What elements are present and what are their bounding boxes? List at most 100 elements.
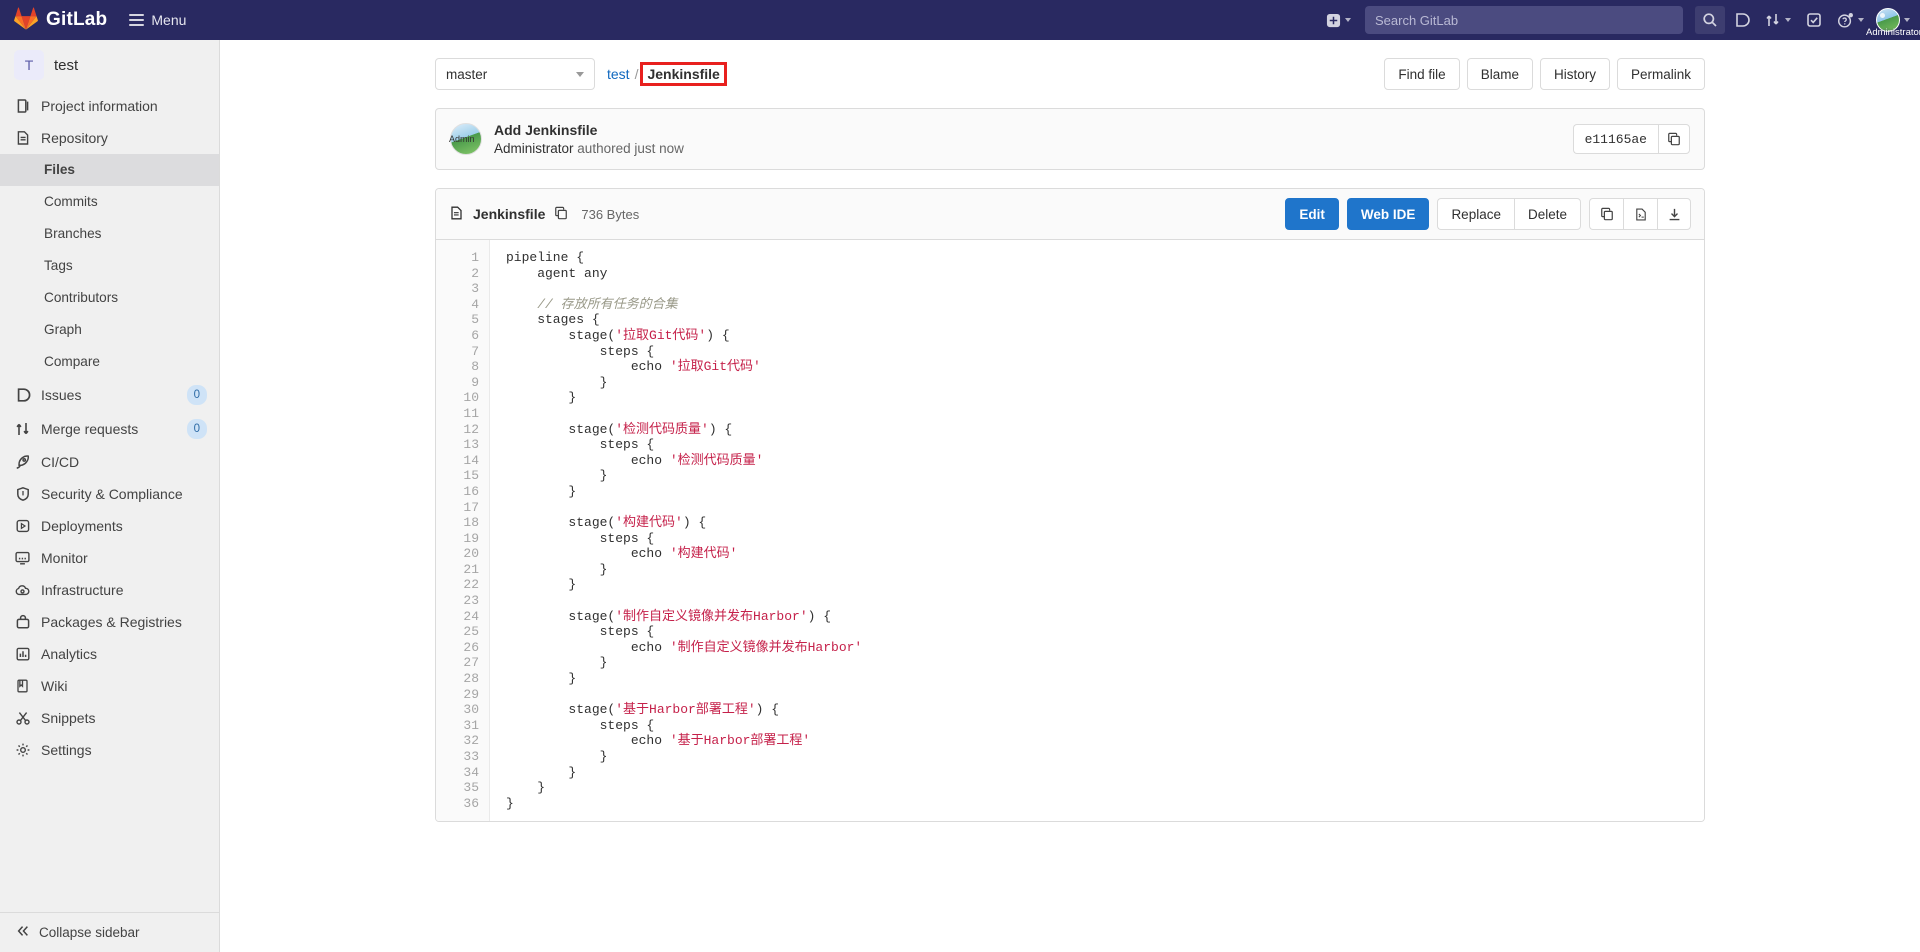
- sidebar-item-issues[interactable]: Issues 0: [0, 378, 219, 412]
- line-number[interactable]: 25: [436, 624, 479, 640]
- commit-meta: Administrator authored just now: [494, 141, 684, 156]
- sidebar-item-repository[interactable]: Repository: [0, 122, 219, 154]
- user-menu-button[interactable]: Administrator: [1866, 8, 1920, 38]
- sidebar-item-wiki[interactable]: Wiki: [0, 670, 219, 702]
- search-toggle-button[interactable]: [1695, 6, 1725, 34]
- web-ide-button[interactable]: Web IDE: [1346, 198, 1430, 230]
- sidebar-item-label: Tags: [44, 258, 73, 273]
- permalink-button[interactable]: Permalink: [1616, 58, 1705, 90]
- scissors-icon: [14, 710, 31, 727]
- sidebar-item-deployments[interactable]: Deployments: [0, 510, 219, 542]
- sidebar-item-settings[interactable]: Settings: [0, 734, 219, 766]
- project-header[interactable]: T test: [0, 40, 219, 90]
- sidebar-item-ci-cd[interactable]: CI/CD: [0, 446, 219, 478]
- line-number[interactable]: 5: [436, 312, 479, 328]
- code-body[interactable]: pipeline { agent any // 存放所有任务的合集 stages…: [490, 240, 1704, 821]
- line-number[interactable]: 20: [436, 546, 479, 562]
- file-doc-icon: [449, 205, 464, 224]
- sidebar-item-label: Contributors: [44, 290, 119, 305]
- sidebar-item-label: CI/CD: [41, 454, 80, 470]
- open-raw-icon[interactable]: [1623, 198, 1657, 230]
- line-number[interactable]: 2: [436, 266, 479, 282]
- line-number[interactable]: 27: [436, 655, 479, 671]
- line-number[interactable]: 3: [436, 281, 479, 297]
- replace-delete-group: Replace Delete: [1437, 198, 1581, 230]
- sidebar-item-merge-requests[interactable]: Merge requests 0: [0, 412, 219, 446]
- line-number[interactable]: 30: [436, 702, 479, 718]
- line-number[interactable]: 9: [436, 375, 479, 391]
- line-number[interactable]: 29: [436, 687, 479, 703]
- line-number[interactable]: 4: [436, 297, 479, 313]
- merge-requests-button[interactable]: [1759, 6, 1797, 34]
- line-number[interactable]: 11: [436, 406, 479, 422]
- code-string-token: '基于Harbor部署工程': [669, 733, 811, 749]
- sidebar-item-files[interactable]: Files: [0, 154, 219, 186]
- delete-button[interactable]: Delete: [1513, 198, 1581, 230]
- sidebar-item-project-information[interactable]: Project information: [0, 90, 219, 122]
- branch-selector[interactable]: master: [435, 58, 595, 90]
- line-number[interactable]: 34: [436, 765, 479, 781]
- help-button[interactable]: [1831, 6, 1870, 34]
- new-item-button[interactable]: [1320, 6, 1357, 34]
- sidebar-item-analytics[interactable]: Analytics: [0, 638, 219, 670]
- line-number[interactable]: 8: [436, 359, 479, 375]
- line-number[interactable]: 21: [436, 562, 479, 578]
- line-number[interactable]: 36: [436, 796, 479, 812]
- sidebar-item-badge: 0: [186, 419, 207, 439]
- sidebar-item-tags[interactable]: Tags: [0, 250, 219, 282]
- sidebar-item-monitor[interactable]: Monitor: [0, 542, 219, 574]
- line-number[interactable]: 24: [436, 609, 479, 625]
- sidebar-item-snippets[interactable]: Snippets: [0, 702, 219, 734]
- line-number[interactable]: 15: [436, 468, 479, 484]
- blame-button[interactable]: Blame: [1466, 58, 1533, 90]
- line-number[interactable]: 13: [436, 437, 479, 453]
- line-number[interactable]: 16: [436, 484, 479, 500]
- line-number[interactable]: 7: [436, 344, 479, 360]
- code-string-token: '拉取Git代码': [669, 359, 761, 375]
- code-line: echo '拉取Git代码': [506, 359, 1704, 375]
- download-icon[interactable]: [1657, 198, 1691, 230]
- line-number[interactable]: 28: [436, 671, 479, 687]
- sidebar-item-infrastructure[interactable]: Infrastructure: [0, 574, 219, 606]
- sidebar-item-commits[interactable]: Commits: [0, 186, 219, 218]
- sidebar-item-branches[interactable]: Branches: [0, 218, 219, 250]
- line-number[interactable]: 6: [436, 328, 479, 344]
- breadcrumb-project-link[interactable]: test: [607, 66, 630, 82]
- edit-button[interactable]: Edit: [1285, 198, 1339, 230]
- line-number[interactable]: 31: [436, 718, 479, 734]
- commit-title-link[interactable]: Add Jenkinsfile: [494, 122, 684, 138]
- line-number[interactable]: 22: [436, 577, 479, 593]
- main-menu-button[interactable]: Menu: [121, 7, 194, 33]
- line-number[interactable]: 1: [436, 250, 479, 266]
- line-number[interactable]: 10: [436, 390, 479, 406]
- history-button[interactable]: History: [1539, 58, 1610, 90]
- line-number[interactable]: 26: [436, 640, 479, 656]
- copy-file-path-button[interactable]: [554, 206, 568, 223]
- sidebar-item-contributors[interactable]: Contributors: [0, 282, 219, 314]
- line-number[interactable]: 33: [436, 749, 479, 765]
- code-plain-token: }: [506, 780, 546, 796]
- line-number[interactable]: 18: [436, 515, 479, 531]
- sidebar-item-packages-registries[interactable]: Packages & Registries: [0, 606, 219, 638]
- line-number[interactable]: 12: [436, 422, 479, 438]
- sidebar-item-graph[interactable]: Graph: [0, 314, 219, 346]
- line-number[interactable]: 23: [436, 593, 479, 609]
- line-number[interactable]: 17: [436, 500, 479, 516]
- line-number[interactable]: 35: [436, 780, 479, 796]
- find-file-button[interactable]: Find file: [1384, 58, 1460, 90]
- line-number[interactable]: 32: [436, 733, 479, 749]
- sidebar-item-security-compliance[interactable]: Security & Compliance: [0, 478, 219, 510]
- replace-button[interactable]: Replace: [1437, 198, 1514, 230]
- sidebar-item-compare[interactable]: Compare: [0, 346, 219, 378]
- search-input[interactable]: Search GitLab: [1365, 6, 1683, 34]
- todos-button[interactable]: [1799, 6, 1829, 34]
- code-plain-token: stage(: [506, 515, 616, 531]
- line-number[interactable]: 14: [436, 453, 479, 469]
- line-number[interactable]: 19: [436, 531, 479, 547]
- copy-contents-icon[interactable]: [1589, 198, 1623, 230]
- collapse-sidebar-button[interactable]: Collapse sidebar: [0, 912, 219, 952]
- copy-commit-sha-button[interactable]: [1658, 124, 1690, 154]
- issues-button[interactable]: [1727, 6, 1757, 34]
- gitlab-logo-link[interactable]: GitLab: [14, 7, 107, 34]
- navbar-right: Search GitLab Administrator: [1320, 6, 1920, 38]
